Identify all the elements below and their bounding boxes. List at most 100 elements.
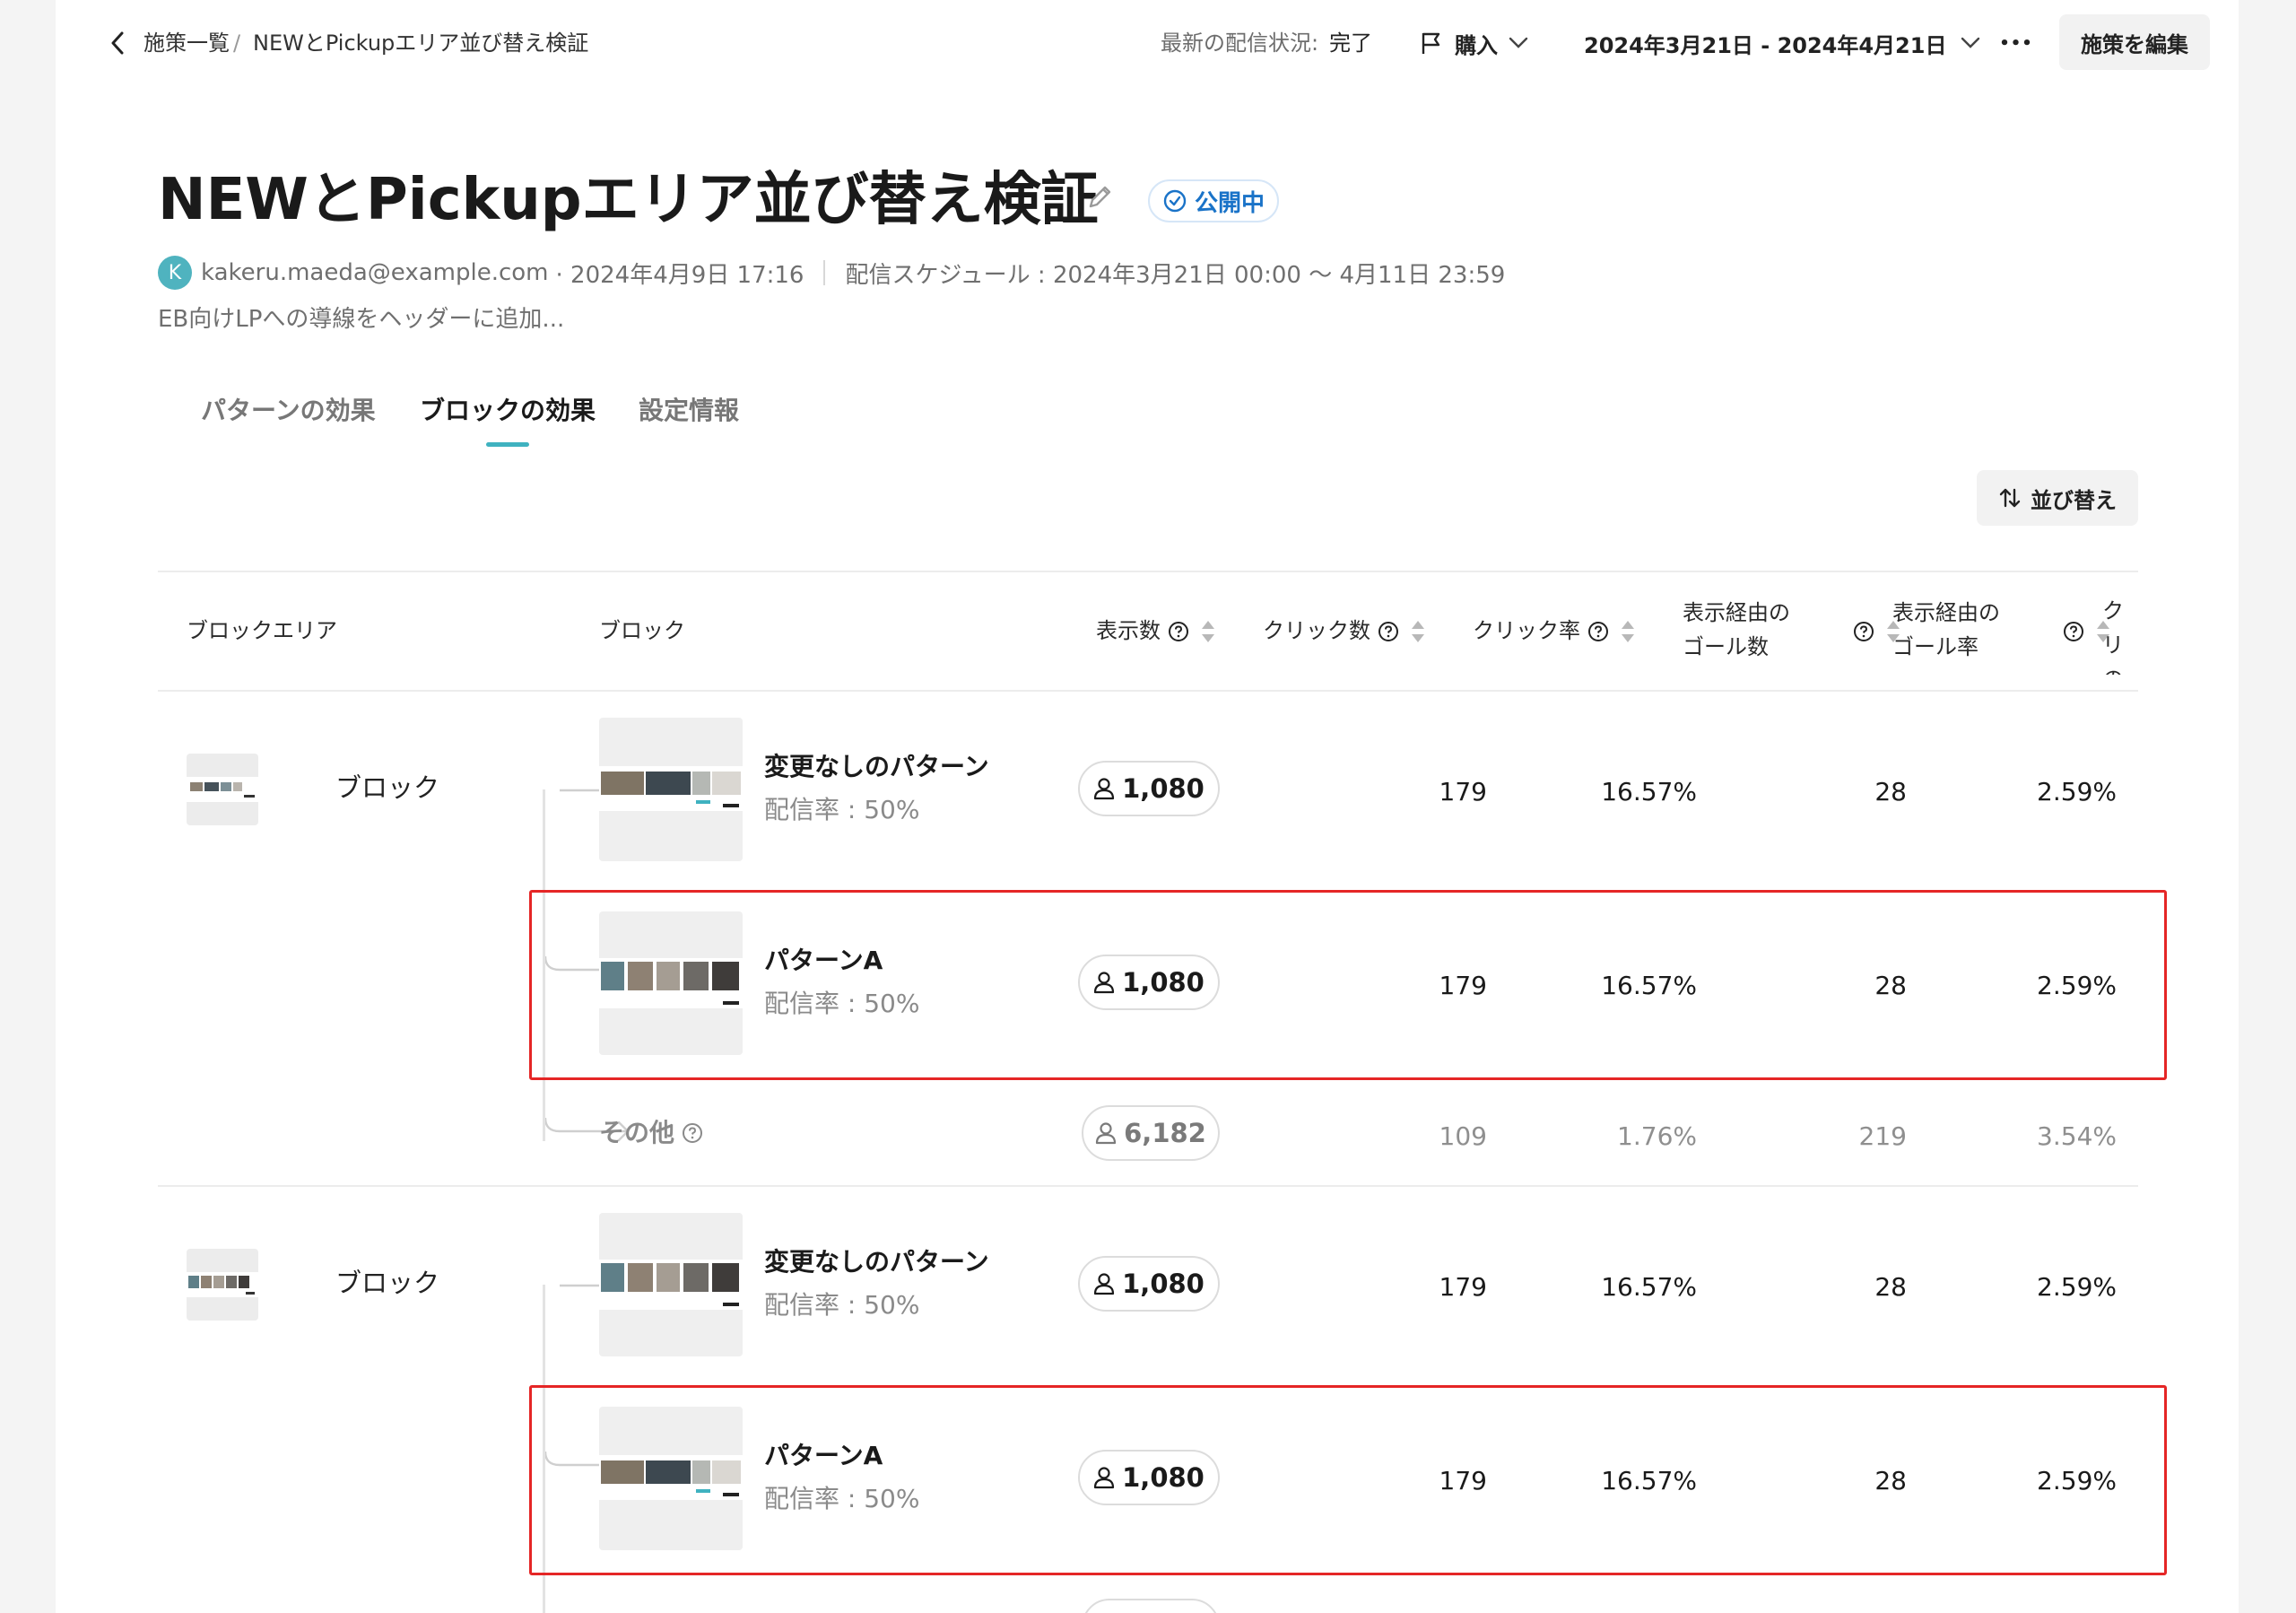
more-icon: ••• <box>1999 33 2033 53</box>
help-icon[interactable] <box>1168 621 1189 642</box>
highlight-box <box>529 890 2167 1080</box>
other-row-label: その他 <box>599 1116 703 1150</box>
help-icon[interactable] <box>2063 621 2084 642</box>
clicks-header-icons <box>1378 619 1426 644</box>
column-header-clicks[interactable]: クリック数 <box>1263 614 1370 648</box>
column-header-impressions[interactable]: 表示数 <box>1096 614 1161 648</box>
date-range-picker[interactable]: 2024年3月21日 - 2024年4月21日 <box>1584 25 1980 61</box>
status-badge-label: 公開中 <box>1195 189 1265 217</box>
clicks-value: 179 <box>1439 1272 1487 1302</box>
sort-button-label: 並び替え <box>2031 487 2117 513</box>
block-preview-image <box>599 1260 743 1310</box>
more-menu-button[interactable]: ••• <box>1996 25 2036 61</box>
goal-dropdown[interactable]: 購入 <box>1419 25 1528 61</box>
block-area-thumbnail <box>187 1249 258 1321</box>
user-icon <box>1094 1273 1115 1295</box>
tab-settings[interactable]: 設定情報 <box>639 393 739 429</box>
help-icon[interactable] <box>1853 621 1874 642</box>
sort-arrows-icon <box>1999 488 2021 508</box>
edit-title-icon[interactable] <box>1082 179 1118 215</box>
breadcrumb-current: NEWとPickupエリア並び替え検証 <box>253 31 589 56</box>
highlight-box <box>529 1385 2167 1575</box>
breadcrumb-separator: / <box>233 31 241 56</box>
block-preview-image <box>599 766 743 811</box>
ctr-value: 16.57% <box>1601 777 1697 806</box>
goal-rate-value: 3.54% <box>2037 1121 2117 1151</box>
chevron-down-icon <box>1961 37 1980 48</box>
delivery-status-label: 最新の配信状況: <box>1161 31 1319 56</box>
ctr-header-icons <box>1587 619 1636 644</box>
column-header-block-area: ブロックエリア <box>187 618 337 643</box>
check-circle-icon <box>1163 189 1187 213</box>
block-area-preview-image <box>187 1272 258 1297</box>
table-top-divider <box>158 571 2138 572</box>
chevron-down-icon <box>1509 37 1528 48</box>
impressions-pill: 6,182 <box>1082 1105 1220 1161</box>
edit-campaign-button[interactable]: 施策を編集 <box>2059 14 2210 70</box>
ctr-value: 16.57% <box>1601 1272 1697 1302</box>
user-icon <box>1094 778 1115 800</box>
block-area-preview-image <box>187 777 258 802</box>
goals-value: 28 <box>1874 1272 1907 1302</box>
user-icon <box>1096 1122 1117 1145</box>
column-header-truncated-line1: クリ <box>2102 598 2124 658</box>
goals-value: 28 <box>1874 777 1907 806</box>
help-icon[interactable] <box>682 1122 703 1144</box>
clicks-value: 179 <box>1439 777 1487 806</box>
impressions-header-icons <box>1168 619 1216 644</box>
sort-icon[interactable] <box>1410 619 1426 644</box>
impressions-pill: 1,080 <box>1078 1256 1220 1312</box>
table-header-divider <box>158 690 2138 692</box>
active-tab-indicator <box>486 442 529 447</box>
goal-rate-value: 2.59% <box>2037 777 2117 806</box>
block-area-thumbnail <box>187 754 258 825</box>
back-button[interactable] <box>100 27 136 59</box>
help-icon[interactable] <box>1587 621 1609 642</box>
block-area-label: ブロック <box>335 772 440 803</box>
delivery-schedule: 配信スケジュール : 2024年3月21日 00:00 〜 4月11日 23:5… <box>845 261 1506 289</box>
other-label-text: その他 <box>599 1118 675 1147</box>
column-header-ctr[interactable]: クリック率 <box>1473 614 1580 648</box>
page-title: NEWとPickupエリア並び替え検証 <box>158 167 1099 233</box>
block-name: 変更なしのパターン <box>764 1247 989 1277</box>
column-header-truncated-line2: のゴ <box>2102 662 2138 675</box>
delivery-rate: 配信率 : 50% <box>764 1290 920 1320</box>
impressions-pill-partial <box>1082 1599 1220 1613</box>
sort-icon[interactable] <box>1200 619 1216 644</box>
group-divider <box>158 1185 2138 1187</box>
meta-divider <box>823 260 826 285</box>
delivery-status-value: 完了 <box>1329 31 1372 56</box>
help-icon[interactable] <box>1378 621 1399 642</box>
goal-label: 購入 <box>1455 32 1498 58</box>
column-header-truncated: クリ のゴ <box>2102 594 2138 675</box>
chevron-left-icon <box>111 31 124 55</box>
avatar: K <box>158 256 192 290</box>
tab-block-effect[interactable]: ブロックの効果 <box>420 393 596 429</box>
column-header-goal-rate-line1[interactable]: 表示経由の <box>1892 596 2000 630</box>
clicks-value: 109 <box>1439 1121 1487 1151</box>
breadcrumb-campaign-list[interactable]: 施策一覧 <box>144 27 230 59</box>
author-email: kakeru.maeda@example.com <box>201 259 549 286</box>
goals-value: 219 <box>1858 1121 1907 1151</box>
tab-pattern-effect[interactable]: パターンの効果 <box>201 393 376 429</box>
impressions-value: 1,080 <box>1122 773 1205 804</box>
block-name: 変更なしのパターン <box>764 752 989 781</box>
column-header-goals-line2[interactable]: ゴール数 <box>1683 630 1769 664</box>
column-header-block: ブロック <box>599 618 685 643</box>
impressions-value: 1,080 <box>1122 1269 1205 1299</box>
campaign-description: EB向けLPへの導線をヘッダーに追加... <box>158 306 565 333</box>
column-header-goals-line1[interactable]: 表示経由の <box>1683 596 1790 630</box>
column-header-goal-rate-line2[interactable]: ゴール率 <box>1892 630 1979 664</box>
page: 施策一覧 / NEWとPickupエリア並び替え検証 最新の配信状況: 完了 購… <box>56 0 2239 1613</box>
date-range-label: 2024年3月21日 - 2024年4月21日 <box>1584 32 1947 58</box>
delivery-rate: 配信率 : 50% <box>764 795 920 824</box>
block-thumbnail <box>599 718 743 861</box>
ctr-value: 1.76% <box>1617 1121 1697 1151</box>
status-badge: 公開中 <box>1148 179 1280 222</box>
block-area-label: ブロック <box>335 1268 440 1298</box>
block-thumbnail <box>599 1213 743 1356</box>
campaign-meta: K kakeru.maeda@example.com · 2024年4月9日 1… <box>158 255 1505 291</box>
sort-icon[interactable] <box>1620 619 1636 644</box>
sort-button[interactable]: 並び替え <box>1977 470 2138 526</box>
impressions-pill: 1,080 <box>1078 761 1220 816</box>
